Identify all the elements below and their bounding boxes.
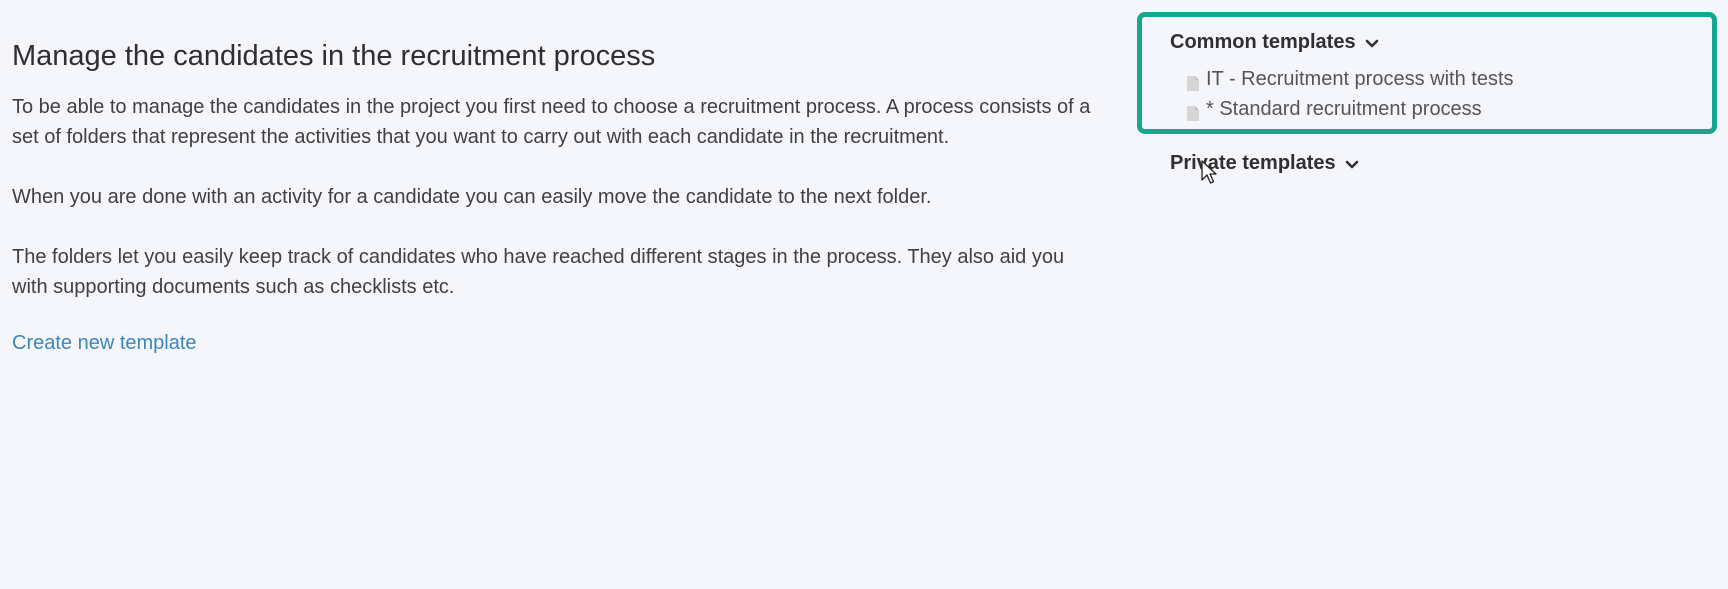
template-item-it-recruitment[interactable]: IT - Recruitment process with tests (1186, 64, 1688, 94)
mouse-cursor-icon (1201, 160, 1219, 186)
private-templates-toggle[interactable]: Private templates (1170, 152, 1717, 175)
private-templates-section: Private templates (1137, 152, 1717, 175)
intro-paragraph: To be able to manage the candidates in t… (12, 95, 1091, 148)
template-item-standard-recruitment[interactable]: * Standard recruitment process (1186, 94, 1688, 124)
private-templates-label: Private templates (1170, 152, 1336, 174)
templates-sidebar: Common templates IT - Recruitment proces… (1137, 12, 1717, 175)
common-templates-label: Common templates (1170, 31, 1356, 53)
common-templates-toggle[interactable]: Common templates (1170, 31, 1688, 54)
chevron-down-icon (1344, 156, 1360, 172)
document-icon (1186, 101, 1200, 121)
activity-paragraph: When you are done with an activity for a… (12, 185, 932, 208)
page-title: Manage the candidates in the recruitment… (12, 40, 656, 72)
chevron-down-icon (1364, 35, 1380, 51)
template-item-label: IT - Recruitment process with tests (1206, 68, 1514, 90)
template-item-label: * Standard recruitment process (1206, 98, 1482, 120)
document-icon (1186, 71, 1200, 91)
folders-paragraph: The folders let you easily keep track of… (12, 245, 1065, 298)
common-templates-list: IT - Recruitment process with tests * St… (1170, 64, 1688, 124)
main-content: Manage the candidates in the recruitment… (12, 38, 1102, 355)
common-templates-box: Common templates IT - Recruitment proces… (1137, 12, 1717, 134)
create-new-template-link[interactable]: Create new template (12, 332, 197, 355)
